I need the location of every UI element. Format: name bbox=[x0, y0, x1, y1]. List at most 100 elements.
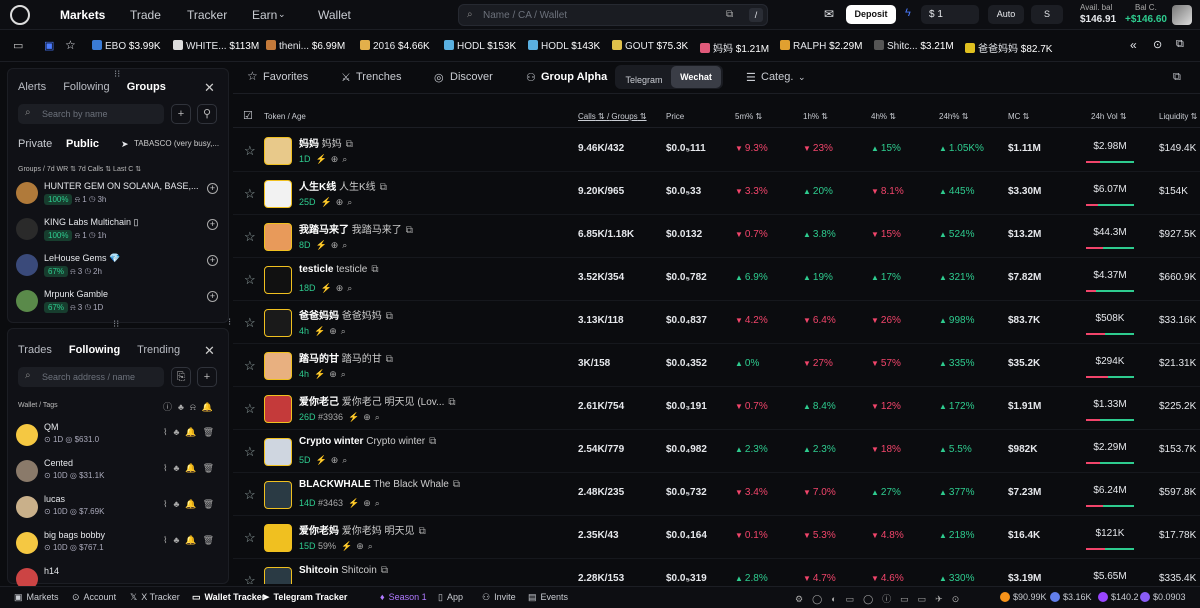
auto-button[interactable]: Auto bbox=[988, 5, 1024, 24]
ticker-item[interactable]: HODL $143K bbox=[528, 40, 600, 52]
token-name[interactable]: BLACKWHALE The Black Whale ⧉ bbox=[299, 479, 460, 490]
token-name[interactable]: 爱你老妈 爱你老妈 明天见 ⧉ bbox=[299, 522, 426, 537]
copy-icon[interactable]: ⧉ bbox=[419, 526, 426, 537]
add-group-icon[interactable]: + bbox=[207, 183, 218, 194]
s-button[interactable]: S bbox=[1031, 5, 1063, 24]
wallet-action-icons[interactable]: ⌇♣🔔🗑 bbox=[163, 463, 220, 474]
wallet-action-icons[interactable]: ⌇♣🔔🗑 bbox=[163, 535, 220, 546]
copy-icon[interactable]: ⧉ bbox=[346, 139, 353, 150]
table-row[interactable]: ☆ 人生K线 人生K线 ⧉ 25D ⚡⊕⌕ 9.20K/965 $0.0₅33 ▼ 3.3% ▲ 2… bbox=[233, 172, 1200, 215]
tab-discover[interactable]: Discover bbox=[450, 71, 493, 83]
col-5m[interactable]: 5m% ⇅ bbox=[735, 112, 762, 121]
table-row[interactable]: ☆ BLACKWHALE The Black Whale ⧉ 14D #3463 ⚡⊕⌕… bbox=[233, 473, 1200, 516]
token-name[interactable]: testicle testicle ⧉ bbox=[299, 264, 379, 275]
group-search-input[interactable]: ⌕ Search by name bbox=[18, 104, 164, 124]
subtab-public[interactable]: Public bbox=[66, 138, 99, 150]
bottom-nav-item[interactable]: ▤ Events bbox=[528, 592, 568, 603]
group-item[interactable]: KING Labs Multichain ▯ 100% ⍾ 1 ◷ 1h + bbox=[16, 215, 222, 249]
col-mc[interactable]: MC ⇅ bbox=[1008, 112, 1029, 121]
col-calls-groups[interactable]: Calls ⇅ / Groups ⇅ bbox=[578, 112, 647, 121]
col-1h[interactable]: 1h% ⇅ bbox=[803, 112, 828, 121]
token-link-icons[interactable]: ⚡⊕⌕ bbox=[316, 240, 352, 250]
table-row[interactable]: ☆ 妈妈 妈妈 ⧉ 1D ⚡⊕⌕ 9.46K/432 $0.0₅111 ▼ 9.3% ▼ 23% ▲ 1… bbox=[233, 129, 1200, 172]
ticker-settings-icon[interactable]: ⧉ bbox=[1176, 38, 1184, 51]
nav-wallet[interactable]: Wallet bbox=[318, 8, 351, 22]
token-link-icons[interactable]: ⚡⊕⌕ bbox=[321, 283, 357, 293]
table-row[interactable]: ☆ testicle testicle ⧉ 18D ⚡⊕⌕ 3.52K/354 $0.0₅7… bbox=[233, 258, 1200, 301]
add-group-icon[interactable]: + bbox=[207, 255, 218, 266]
token-link-icons[interactable]: ⚡⊕⌕ bbox=[314, 369, 350, 379]
token-name[interactable]: Crypto winter Crypto winter ⧉ bbox=[299, 436, 436, 447]
resize-handle[interactable]: ⁝ bbox=[228, 317, 231, 328]
ticker-item[interactable]: EBO $3.99K bbox=[92, 40, 161, 52]
bottom-nav-item[interactable]: ➤ Telegram Tracker bbox=[262, 592, 347, 603]
bottom-nav-item[interactable]: ▣ Markets bbox=[14, 592, 59, 603]
token-link-icons[interactable]: ⚡⊕⌕ bbox=[314, 326, 350, 336]
nav-tracker[interactable]: Tracker bbox=[187, 8, 227, 22]
bottom-nav-item[interactable]: ♦ Season 1 bbox=[380, 592, 427, 602]
avatar[interactable] bbox=[1172, 5, 1192, 25]
ticker-item[interactable]: RALPH $2.29M bbox=[780, 40, 863, 52]
bottom-nav-item[interactable]: ⚇ Invite bbox=[482, 592, 516, 603]
favorite-star-icon[interactable]: ☆ bbox=[244, 444, 256, 460]
wallet-item[interactable]: QM ⊙ 1D ◎ $631.0 ⌇♣🔔🗑 bbox=[16, 421, 222, 455]
ticker-item[interactable]: theni... $6.99M bbox=[266, 40, 345, 52]
tab-trending[interactable]: Trending bbox=[137, 344, 180, 356]
table-row[interactable]: ☆ Crypto winter Crypto winter ⧉ 5D ⚡⊕⌕ 2.54K/… bbox=[233, 430, 1200, 473]
ticker-item[interactable]: 爸爸妈妈 $82.7K bbox=[965, 40, 1052, 55]
seg-wechat[interactable]: Wechat bbox=[671, 66, 721, 88]
table-row[interactable]: ☆ 爱你老妈 爱你老妈 明天见 ⧉ 15D 59% ⚡⊕⌕ 2.35K/43 $0.0₄16… bbox=[233, 516, 1200, 559]
search-bar[interactable]: ⌕ Name / CA / Wallet ⧉ / bbox=[458, 4, 768, 26]
ticker-item[interactable]: 2016 $4.66K bbox=[360, 40, 430, 52]
nav-trade[interactable]: Trade bbox=[130, 8, 161, 22]
chevron-down-icon[interactable]: ⌄ bbox=[798, 72, 806, 83]
double-chevron-left-icon[interactable]: « bbox=[1130, 38, 1137, 52]
copy-icon[interactable]: ⧉ bbox=[429, 436, 436, 447]
table-row[interactable]: ☆Shitcoin Shitcoin⧉⚡⊕⌕2.28K/153$0.0₅319▲… bbox=[233, 559, 1200, 584]
copy-icon[interactable]: ⧉ bbox=[726, 9, 733, 20]
tab-groups[interactable]: Groups bbox=[127, 81, 166, 93]
favorite-star-icon[interactable]: ☆ bbox=[244, 358, 256, 374]
table-row[interactable]: ☆ 踏马的甘 踏马的甘 ⧉ 4h ⚡⊕⌕ 3K/158 $0.0₄352 ▲ 0% ▼ 27% ▼ 57… bbox=[233, 344, 1200, 387]
token-name[interactable]: Shitcoin Shitcoin ⧉ bbox=[299, 565, 388, 576]
tab-trenches[interactable]: Trenches bbox=[356, 71, 401, 83]
mail-icon[interactable]: ✉ bbox=[824, 7, 834, 21]
tab-wallet-following[interactable]: Following bbox=[69, 344, 120, 356]
col-price[interactable]: Price bbox=[666, 112, 684, 121]
lightning-icon[interactable]: ϟ bbox=[905, 7, 911, 19]
close-icon[interactable]: ✕ bbox=[204, 343, 215, 359]
ticker-item[interactable]: 妈妈 $1.21M bbox=[700, 40, 769, 55]
add-wallet-button[interactable]: + bbox=[197, 367, 217, 387]
favorite-star-icon[interactable]: ☆ bbox=[244, 315, 256, 331]
col-4h[interactable]: 4h% ⇅ bbox=[871, 112, 896, 121]
token-link-icons[interactable]: ⚡⊕⌕ bbox=[348, 412, 384, 422]
col-24h[interactable]: 24h% ⇅ bbox=[939, 112, 968, 121]
wallet-item[interactable]: big bags bobby ⊙ 10D ◎ $767.1 ⌇♣🔔🗑 bbox=[16, 529, 222, 563]
copy-icon[interactable]: ⧉ bbox=[448, 397, 455, 408]
favorite-star-icon[interactable]: ☆ bbox=[244, 530, 256, 546]
monitor-icon[interactable]: ▣ bbox=[44, 39, 54, 52]
ticker-item[interactable]: GOUT $75.3K bbox=[612, 40, 688, 52]
import-wallet-button[interactable]: ⎘ bbox=[171, 367, 191, 387]
wallet-item[interactable]: Cented ⊙ 10D ◎ $31.1K ⌇♣🔔🗑 bbox=[16, 457, 222, 491]
tab-trades[interactable]: Trades bbox=[18, 344, 52, 356]
col-24h-vol[interactable]: 24h Vol ⇅ bbox=[1091, 112, 1127, 121]
col-7d-wr[interactable]: 7d WR bbox=[47, 166, 68, 173]
favorite-star-icon[interactable]: ☆ bbox=[244, 401, 256, 417]
add-group-icon[interactable]: + bbox=[207, 291, 218, 302]
token-name[interactable]: 爱你老己 爱你老己 明天见 (Lov... ⧉ bbox=[299, 393, 456, 408]
filter-button[interactable]: ⚲ bbox=[197, 104, 217, 124]
group-item[interactable]: HUNTER GEM ON SOLANA, BASE,... 100% ⍾ 1 ◷… bbox=[16, 179, 222, 213]
token-link-icons[interactable]: ⚡⊕⌕ bbox=[321, 197, 357, 207]
wallet-action-icons[interactable]: ⌇♣🔔🗑 bbox=[163, 499, 220, 510]
bottom-nav-item[interactable]: ▭ Wallet Tracker bbox=[192, 592, 265, 603]
token-name[interactable]: 爸爸妈妈 爸爸妈妈 ⧉ bbox=[299, 307, 393, 322]
col-7d-calls[interactable]: 7d Calls bbox=[78, 166, 103, 173]
favorite-star-icon[interactable]: ☆ bbox=[244, 143, 256, 159]
favorite-star-icon[interactable]: ☆ bbox=[244, 229, 256, 245]
copy-icon[interactable]: ⧉ bbox=[381, 565, 388, 576]
wallet-item[interactable]: lucas ⊙ 10D ◎ $7.69K ⌇♣🔔🗑 bbox=[16, 493, 222, 527]
token-name[interactable]: 踏马的甘 踏马的甘 ⧉ bbox=[299, 350, 393, 365]
copy-icon[interactable]: ⧉ bbox=[406, 225, 413, 236]
quick-buy-amount[interactable]: $ 1 bbox=[921, 5, 979, 24]
